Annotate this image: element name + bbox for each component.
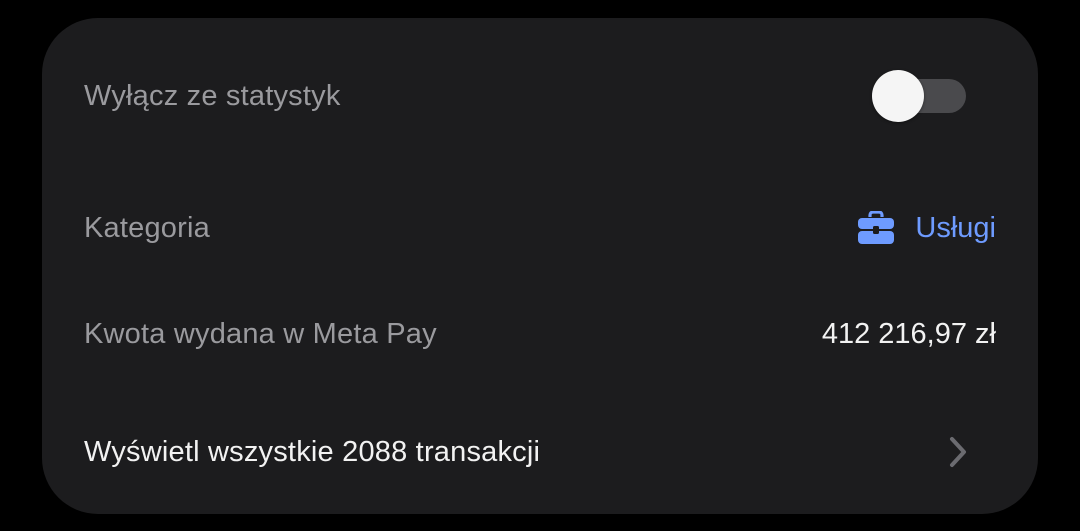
category-selector[interactable]: Usługi	[857, 211, 996, 245]
amount-row: Kwota wydana w Meta Pay 412 216,97 zł	[42, 306, 1038, 362]
view-transactions-row[interactable]: Wyświetl wszystkie 2088 transakcji	[42, 424, 1038, 480]
amount-value: 412 216,97 zł	[821, 317, 996, 350]
amount-label: Kwota wydana w Meta Pay	[84, 317, 437, 350]
exclude-stats-row: Wyłącz ze statystyk	[42, 68, 1038, 124]
briefcase-icon	[857, 211, 895, 245]
toggle-knob	[872, 70, 924, 122]
exclude-stats-label: Wyłącz ze statystyk	[84, 79, 341, 112]
category-label: Kategoria	[84, 211, 210, 244]
merchant-details-card: Wyłącz ze statystyk Kategoria Usługi Kwo…	[42, 18, 1038, 514]
category-value: Usługi	[915, 211, 996, 244]
category-row: Kategoria Usługi	[42, 200, 1038, 256]
exclude-stats-toggle[interactable]	[872, 70, 966, 122]
view-transactions-label: Wyświetl wszystkie 2088 transakcji	[84, 435, 541, 468]
chevron-right-icon	[938, 432, 978, 472]
